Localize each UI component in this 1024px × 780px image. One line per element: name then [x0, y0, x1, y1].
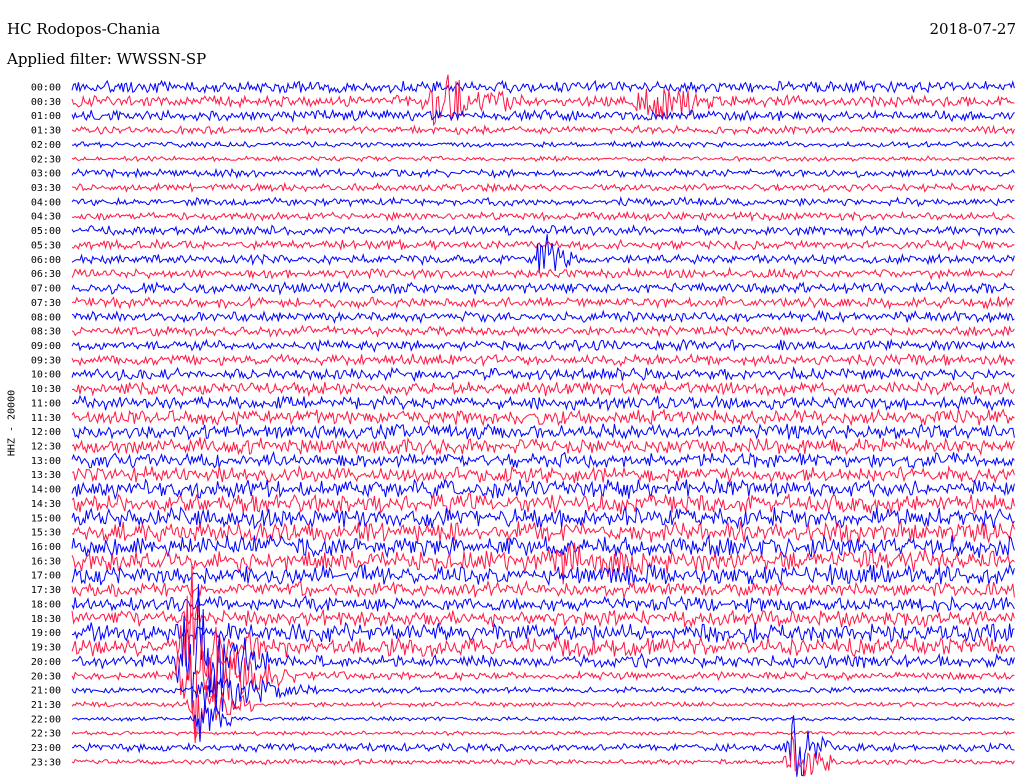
time-label: 04:00 [31, 197, 61, 208]
seismic-trace [71, 730, 1015, 737]
seismic-trace [71, 608, 1015, 629]
time-label: 11:30 [31, 413, 61, 424]
seismic-trace [71, 266, 1015, 281]
time-label: 20:00 [31, 657, 61, 668]
seismic-trace [71, 124, 1015, 136]
seismic-trace [71, 108, 1015, 124]
time-label: 21:30 [31, 700, 61, 711]
time-label: 10:00 [31, 370, 61, 381]
seismic-trace [71, 394, 1015, 412]
seismogram-plot: 00:00 00:30 01:00 01:30 02:00 02:30 03:00 03:30… [31, 74, 1015, 777]
seismic-trace [71, 309, 1015, 325]
time-label: 16:00 [31, 542, 61, 553]
time-label: 09:00 [31, 341, 61, 352]
time-label: 17:00 [31, 571, 61, 582]
time-label: 08:30 [31, 327, 61, 338]
seismic-trace [71, 280, 1015, 296]
time-label: 12:00 [31, 427, 61, 438]
time-label: 15:30 [31, 528, 61, 539]
seismic-trace [72, 181, 1015, 194]
time-label: 03:00 [31, 169, 61, 180]
seismic-trace [71, 563, 1015, 587]
time-label: 20:30 [31, 671, 61, 682]
seismic-trace [71, 408, 1015, 427]
time-label: 08:00 [31, 312, 61, 323]
time-label-group: 00:00 00:30 01:00 01:30 02:00 02:30 03:00 03:30… [31, 83, 61, 769]
seismic-trace [71, 338, 1015, 353]
seismic-trace [71, 595, 1015, 614]
seismic-trace [71, 352, 1015, 368]
trace-group [71, 74, 1015, 777]
time-label: 23:00 [31, 743, 61, 754]
time-label: 21:00 [31, 686, 61, 697]
time-label: 01:30 [31, 126, 61, 137]
time-label: 00:30 [31, 97, 61, 108]
time-label: 07:00 [31, 284, 61, 295]
seismic-trace [71, 579, 1015, 598]
seismic-trace [71, 154, 1015, 163]
time-label: 12:30 [31, 442, 61, 453]
time-label: 13:30 [31, 470, 61, 481]
time-label: 17:30 [31, 585, 61, 596]
seismic-trace [71, 234, 1015, 274]
time-label: 14:30 [31, 499, 61, 510]
seismic-trace [71, 195, 1015, 208]
seismic-trace [71, 437, 1015, 457]
time-label: 18:30 [31, 614, 61, 625]
time-label: 15:00 [31, 513, 61, 524]
time-label: 11:00 [31, 398, 61, 409]
time-label: 05:30 [31, 240, 61, 251]
time-label: 00:00 [31, 83, 61, 94]
seismic-trace [71, 735, 1015, 777]
time-label: 03:30 [31, 183, 61, 194]
time-label: 19:30 [31, 643, 61, 654]
seismic-trace [71, 140, 1015, 149]
seismic-trace [71, 380, 1015, 398]
seismic-trace [71, 224, 1015, 238]
time-label: 05:00 [31, 226, 61, 237]
time-label: 10:30 [31, 384, 61, 395]
seismic-trace [71, 366, 1015, 383]
seismic-trace [71, 464, 1015, 484]
seismic-trace [71, 701, 1015, 742]
time-label: 14:00 [31, 485, 61, 496]
time-label: 23:30 [31, 757, 61, 768]
seismic-trace [71, 477, 1015, 501]
seismic-trace [71, 621, 1015, 643]
seismic-trace [71, 238, 1015, 252]
seismic-trace [71, 450, 1015, 470]
time-label: 22:30 [31, 729, 61, 740]
time-label: 06:00 [31, 255, 61, 266]
time-label: 16:30 [31, 556, 61, 567]
time-label: 01:00 [31, 111, 61, 122]
seismic-trace [71, 423, 1015, 441]
time-label: 04:30 [31, 212, 61, 223]
seismic-trace [71, 295, 1015, 310]
time-label: 18:00 [31, 599, 61, 610]
time-label: 09:30 [31, 355, 61, 366]
time-label: 02:30 [31, 154, 61, 165]
time-label: 07:30 [31, 298, 61, 309]
seismic-trace [71, 79, 1015, 95]
seismic-trace [71, 210, 1015, 223]
seismic-trace [71, 492, 1015, 515]
time-label: 02:00 [31, 140, 61, 151]
seismic-trace [71, 324, 1015, 339]
seismic-trace [71, 167, 1015, 179]
seismic-trace [71, 715, 1015, 777]
time-label: 19:00 [31, 628, 61, 639]
seismic-trace [71, 505, 1015, 530]
time-label: 22:00 [31, 714, 61, 725]
time-label: 06:30 [31, 269, 61, 280]
time-label: 13:00 [31, 456, 61, 467]
seismic-trace [71, 520, 1015, 544]
